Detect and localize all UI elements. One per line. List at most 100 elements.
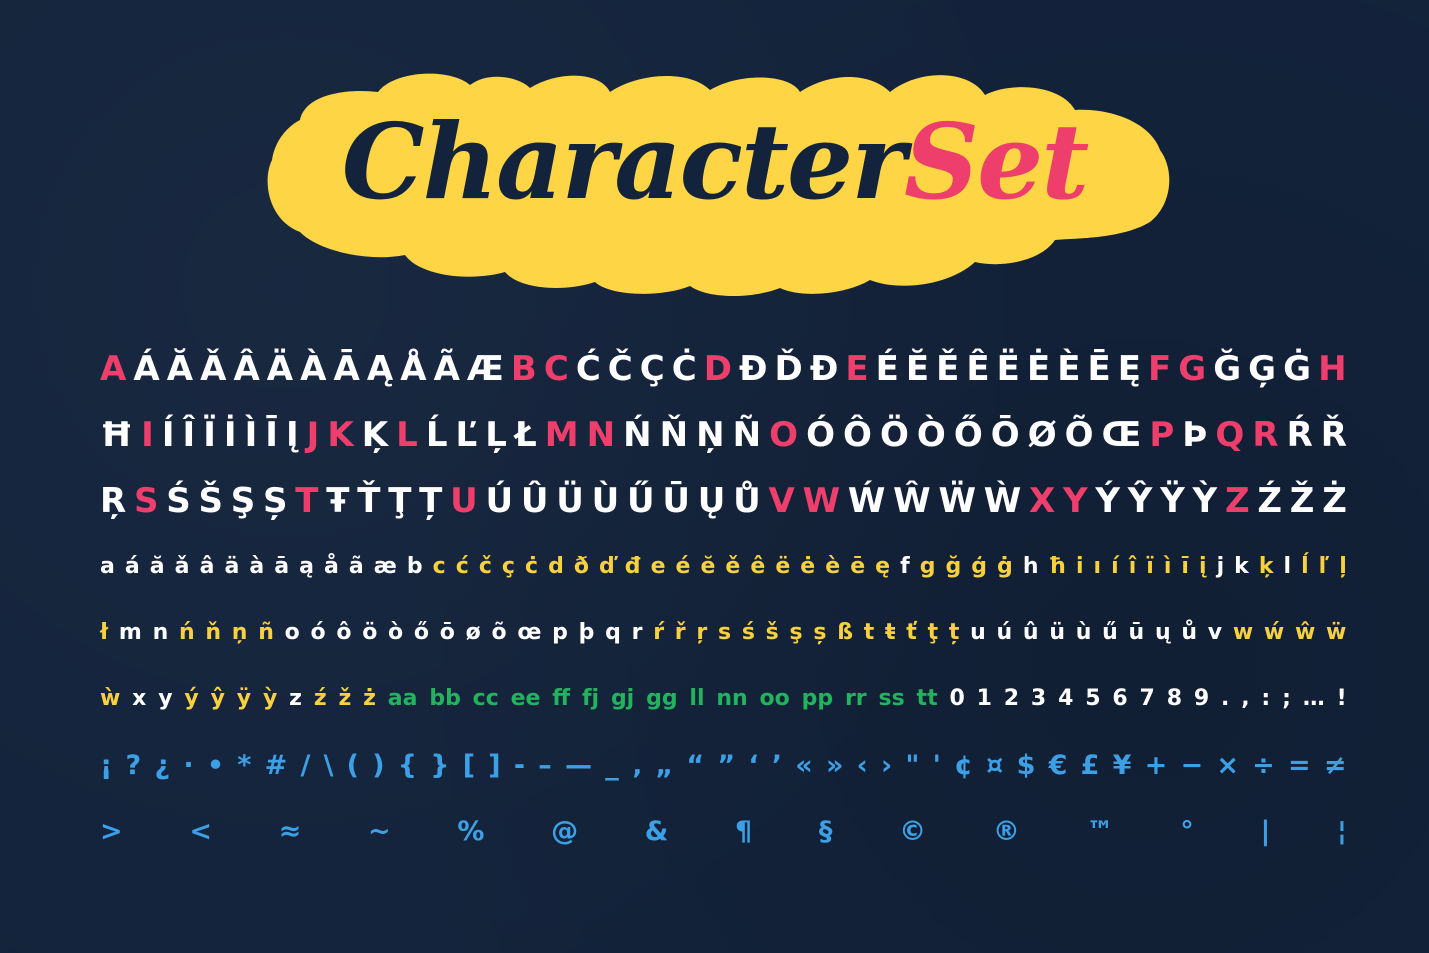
glyph: Ţ (388, 481, 412, 521)
glyph: ß (837, 620, 854, 645)
glyph: ÷ (1252, 749, 1275, 781)
glyph: n (152, 620, 169, 645)
glyph: I (141, 415, 154, 455)
glyph: œ (517, 620, 542, 645)
glyph: U (450, 481, 478, 521)
title-word-character: Character (341, 100, 906, 223)
glyph: į (1199, 554, 1207, 579)
glyph: oo (759, 686, 790, 711)
glyph: Ċ (671, 349, 697, 389)
glyph: Ņ (696, 415, 725, 455)
glyph: Ļ (485, 415, 507, 455)
glyph: Y (1062, 481, 1088, 521)
glyph: Ö (879, 415, 909, 455)
glyph: [ (462, 749, 476, 781)
glyph: Ď (774, 349, 803, 389)
glyph: ’ (771, 749, 783, 781)
glyph: ≠ (1323, 749, 1347, 781)
glyph: } (430, 749, 450, 781)
glyph: F (1148, 349, 1172, 389)
glyph: ỳ (262, 686, 278, 711)
glyph: ĕ (700, 554, 716, 579)
glyph: ¤ (986, 749, 1004, 781)
glyph-row: łmnńňņñoóôöòőōøõœpþqrŕřŗsśšşșßtŧťţțuúûüù… (100, 600, 1347, 666)
glyph: ė (800, 554, 816, 579)
glyph: ŷ (210, 686, 225, 711)
glyph: Ų (697, 481, 726, 521)
glyph: E (845, 349, 869, 389)
glyph: ] (488, 749, 501, 781)
glyph: l (1283, 554, 1292, 579)
glyph: ó (310, 620, 326, 645)
glyph: Ė (1026, 349, 1051, 389)
glyph: ‚ (631, 749, 643, 781)
glyph: â (199, 554, 215, 579)
glyph: ț (948, 620, 960, 645)
glyph: r (631, 620, 643, 645)
glyph: Ŵ (893, 481, 931, 521)
glyph: ş (789, 620, 803, 645)
glyph: Ő (953, 415, 983, 455)
glyph: õ (491, 620, 507, 645)
glyph: / (300, 749, 311, 781)
glyph: ø (465, 620, 481, 645)
glyph: ẁ (100, 686, 121, 711)
glyph: ă (149, 554, 165, 579)
glyph: Ġ (1283, 349, 1312, 389)
glyph: > (100, 815, 123, 847)
glyph: ™ (1086, 815, 1114, 847)
glyph: Ķ (361, 415, 389, 455)
glyph: Ż (1322, 481, 1347, 521)
glyph: Ź (1257, 481, 1283, 521)
glyph: å (324, 554, 339, 579)
glyph-rows: AÁĂǍÂÄÀĀĄÅÃÆBCĆČÇĊDĐĎĐEÉĔĚÊËĖÈĒĘFGĞĢĠHĦI… (100, 336, 1347, 864)
glyph: Ī (265, 415, 278, 455)
glyph: & (644, 815, 669, 847)
glyph: Ï (203, 415, 216, 455)
glyph: ' (932, 749, 941, 781)
glyph: ő (413, 620, 430, 645)
glyph: ð (573, 554, 589, 579)
glyph: ž (338, 686, 352, 711)
glyph: ā (274, 554, 290, 579)
glyph: K (327, 415, 354, 455)
glyph: u (970, 620, 986, 645)
glyph: ų (1154, 620, 1171, 645)
glyph: é (675, 554, 691, 579)
glyph: ‹ (856, 749, 868, 781)
glyph: Ž (1289, 481, 1315, 521)
glyph: Ģ (1248, 349, 1277, 389)
glyph: f (900, 554, 910, 579)
glyph: Ş (230, 481, 256, 521)
glyph: Ę (1117, 349, 1141, 389)
glyph: Į (285, 415, 299, 455)
glyph: ” (717, 749, 736, 781)
glyph: ü (1049, 620, 1065, 645)
glyph: » (825, 749, 844, 781)
glyph: € (1048, 749, 1068, 781)
glyph: Ê (966, 349, 990, 389)
glyph: ș (813, 620, 827, 645)
glyph: ś (741, 620, 755, 645)
glyph: ? (125, 749, 142, 781)
glyph: š (765, 620, 779, 645)
glyph: Ä (266, 349, 294, 389)
glyph-row: AÁĂǍÂÄÀĀĄÅÃÆBCĆČÇĊDĐĎĐEÉĔĚÊËĖÈĒĘFGĞĢĠH (100, 336, 1347, 402)
glyph: Ỳ (1192, 481, 1218, 521)
glyph: Ą (366, 349, 394, 389)
glyph: ň (205, 620, 222, 645)
glyph: P (1149, 415, 1175, 455)
glyph: Ŧ (326, 481, 350, 521)
glyph: 1 (976, 686, 992, 711)
glyph: ê (750, 554, 766, 579)
glyph: ģ (971, 554, 988, 579)
glyph: b (406, 554, 423, 579)
glyph: Ū (662, 481, 690, 521)
glyph: ű (1102, 620, 1118, 645)
glyph: G (1178, 349, 1207, 389)
glyph: q (605, 620, 621, 645)
glyph: X (1029, 481, 1056, 521)
glyph: ñ (258, 620, 274, 645)
glyph: Ć (575, 349, 601, 389)
glyph: ŵ (1294, 620, 1316, 645)
